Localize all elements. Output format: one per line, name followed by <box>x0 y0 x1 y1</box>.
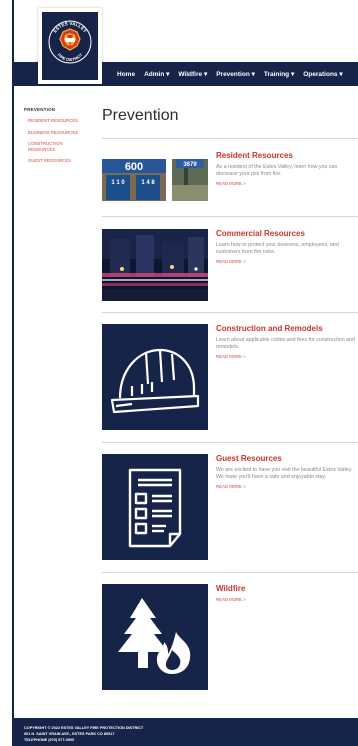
footer-address: 901 N. SAINT VRAIN AVE., ESTES PARK CO 8… <box>24 732 115 736</box>
card-title-guest[interactable]: Guest Resources <box>216 454 358 463</box>
checklist-icon <box>102 454 208 560</box>
card-body: Commercial Resources Learn how to protec… <box>216 229 358 264</box>
guest-image[interactable] <box>102 454 208 560</box>
site-footer: COPYRIGHT © 2022 ESTES VALLEY FIRE PROTE… <box>14 718 358 746</box>
footer-phone: TELEPHONE (970) 577-0900 <box>24 738 75 742</box>
commercial-photo[interactable] <box>102 229 208 301</box>
divider <box>102 138 358 139</box>
card-construction: Construction and Remodels Learn about ap… <box>102 324 358 430</box>
nav-home[interactable]: Home <box>117 71 135 78</box>
sidebar-item-construction[interactable]: CONSTRUCTION RESOURCES <box>28 141 70 152</box>
read-more-guest[interactable]: READ MORE » <box>216 484 358 489</box>
sign-number-1: 600 <box>125 161 143 173</box>
nav-training[interactable]: Training ▾ <box>264 70 294 78</box>
card-wildfire: Wildfire READ MORE » <box>102 584 358 690</box>
sidebar-item-guest[interactable]: GUEST RESOURCES <box>28 158 94 164</box>
card-body: Guest Resources We are excited to have y… <box>216 454 358 489</box>
divider <box>102 216 358 217</box>
card-body: Resident Resources As a resident of the … <box>216 151 358 186</box>
hard-hat-icon <box>102 324 208 430</box>
sidebar: PREVENTION RESIDENT RESOURCES BUSINESS R… <box>24 107 94 170</box>
card-title-wildfire[interactable]: Wildfire <box>216 584 358 593</box>
address-signs-photo: 600 1 1 0 1 4 8 3679 <box>102 151 208 201</box>
page: Home Admin ▾ Wildfire ▾ Prevention ▾ Tra… <box>14 0 358 746</box>
nav-prevention[interactable]: Prevention ▾ <box>216 70 255 78</box>
sidebar-item-resident[interactable]: RESIDENT RESOURCES <box>28 118 94 124</box>
card-resident: 600 1 1 0 1 4 8 3679 Resident Resources … <box>102 151 358 201</box>
night-street-photo <box>102 229 208 301</box>
nav-operations[interactable]: Operations ▾ <box>303 70 342 78</box>
logo-badge: ESTES VALLEY FIRE DISTRICT <box>42 12 98 80</box>
card-desc-resident: As a resident of the Estes Valley, learn… <box>216 164 338 178</box>
sidebar-item-business[interactable]: BUSINESS RESOURCES <box>28 130 94 136</box>
card-body: Construction and Remodels Learn about ap… <box>216 324 358 359</box>
site-logo[interactable]: ESTES VALLEY FIRE DISTRICT <box>38 8 102 84</box>
nav-wildfire[interactable]: Wildfire ▾ <box>178 70 207 78</box>
wildfire-image[interactable] <box>102 584 208 690</box>
read-more-resident[interactable]: READ MORE » <box>216 181 358 186</box>
divider <box>102 312 358 313</box>
read-more-commercial[interactable]: READ MORE » <box>216 259 358 264</box>
sign-number-3: 1 4 8 <box>141 180 155 186</box>
sidebar-title: PREVENTION <box>24 107 56 112</box>
page-title: Prevention <box>102 107 179 124</box>
card-desc-commercial: Learn how to protect your business, empl… <box>216 242 339 256</box>
divider <box>102 442 358 443</box>
sign-number-4: 3679 <box>183 162 197 168</box>
card-guest: Guest Resources We are excited to have y… <box>102 454 358 560</box>
card-body: Wildfire READ MORE » <box>216 584 358 602</box>
read-more-construction[interactable]: READ MORE » <box>216 354 358 359</box>
footer-copyright: COPYRIGHT © 2022 ESTES VALLEY FIRE PROTE… <box>24 726 144 730</box>
read-more-wildfire[interactable]: READ MORE » <box>216 597 358 602</box>
card-title-construction[interactable]: Construction and Remodels <box>216 324 358 333</box>
sign-number-2: 1 1 0 <box>111 180 125 186</box>
card-title-resident[interactable]: Resident Resources <box>216 151 358 160</box>
nav-admin[interactable]: Admin ▾ <box>144 70 169 78</box>
fire-district-emblem-icon: ESTES VALLEY FIRE DISTRICT <box>48 20 92 64</box>
nav-items: Home Admin ▾ Wildfire ▾ Prevention ▾ Tra… <box>117 62 343 86</box>
resident-photo[interactable]: 600 1 1 0 1 4 8 3679 <box>102 151 208 201</box>
card-desc-construction: Learn about applicable codes and fees fo… <box>216 337 355 351</box>
divider <box>102 572 358 573</box>
construction-image[interactable] <box>102 324 208 430</box>
card-desc-guest: We are excited to have you visit the bea… <box>216 467 353 481</box>
card-commercial: Commercial Resources Learn how to protec… <box>102 229 358 301</box>
card-title-commercial[interactable]: Commercial Resources <box>216 229 358 238</box>
tree-fire-icon <box>102 584 208 690</box>
